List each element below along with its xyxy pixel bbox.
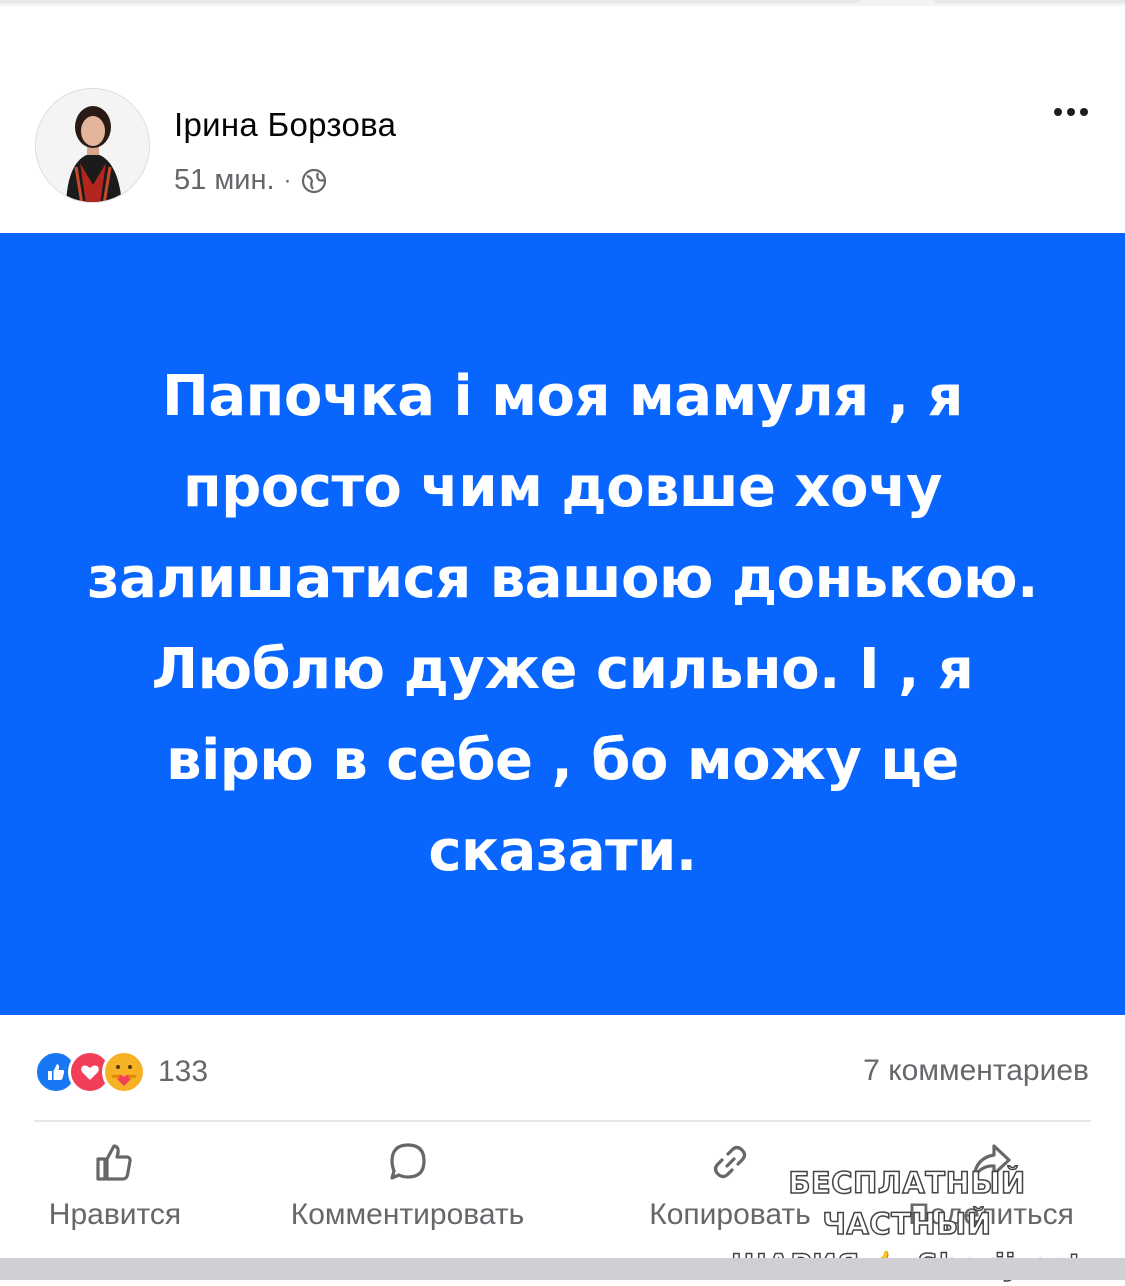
post-text: Папочка і моя мамуля , я просто чим довш… bbox=[87, 364, 1038, 884]
dot-icon bbox=[1080, 108, 1088, 116]
avatar-image bbox=[36, 89, 149, 202]
like-button[interactable]: Нравится bbox=[30, 1140, 200, 1232]
divider bbox=[34, 1120, 1091, 1122]
more-options-button[interactable] bbox=[1054, 108, 1088, 116]
comment-icon bbox=[389, 1143, 426, 1180]
post-meta: 51 мин. · bbox=[174, 164, 327, 197]
comments-count[interactable]: 7 комментариев bbox=[863, 1054, 1089, 1088]
like-label: Нравится bbox=[48, 1198, 182, 1231]
globe-icon bbox=[301, 168, 326, 193]
dot-icon bbox=[1067, 108, 1075, 116]
care-reaction-icon bbox=[102, 1050, 146, 1094]
watermark: БЕСПЛАТНЫЙ ЧАСТНЫЙ ШАРИЯ 👉 Sharij.net bbox=[716, 1163, 1098, 1283]
reactions-summary[interactable]: 133 bbox=[34, 1047, 208, 1097]
author-name[interactable]: Ірина Борзова bbox=[174, 106, 396, 144]
post-background[interactable]: Папочка і моя мамуля , я просто чим довш… bbox=[0, 233, 1125, 1015]
post-time[interactable]: 51 мин. bbox=[174, 164, 275, 197]
meta-separator: · bbox=[283, 166, 292, 194]
bottom-bar bbox=[0, 1258, 1125, 1280]
author-avatar[interactable] bbox=[35, 88, 150, 203]
comment-button[interactable]: Комментировать bbox=[255, 1140, 560, 1232]
top-separator bbox=[0, 0, 1125, 6]
watermark-line-1: БЕСПЛАТНЫЙ ЧАСТНЫЙ bbox=[788, 1165, 1026, 1242]
reaction-count: 133 bbox=[158, 1055, 209, 1088]
comment-label: Комментировать bbox=[290, 1198, 525, 1231]
thumbs-up-icon bbox=[96, 1144, 132, 1181]
dot-icon bbox=[1054, 108, 1062, 116]
